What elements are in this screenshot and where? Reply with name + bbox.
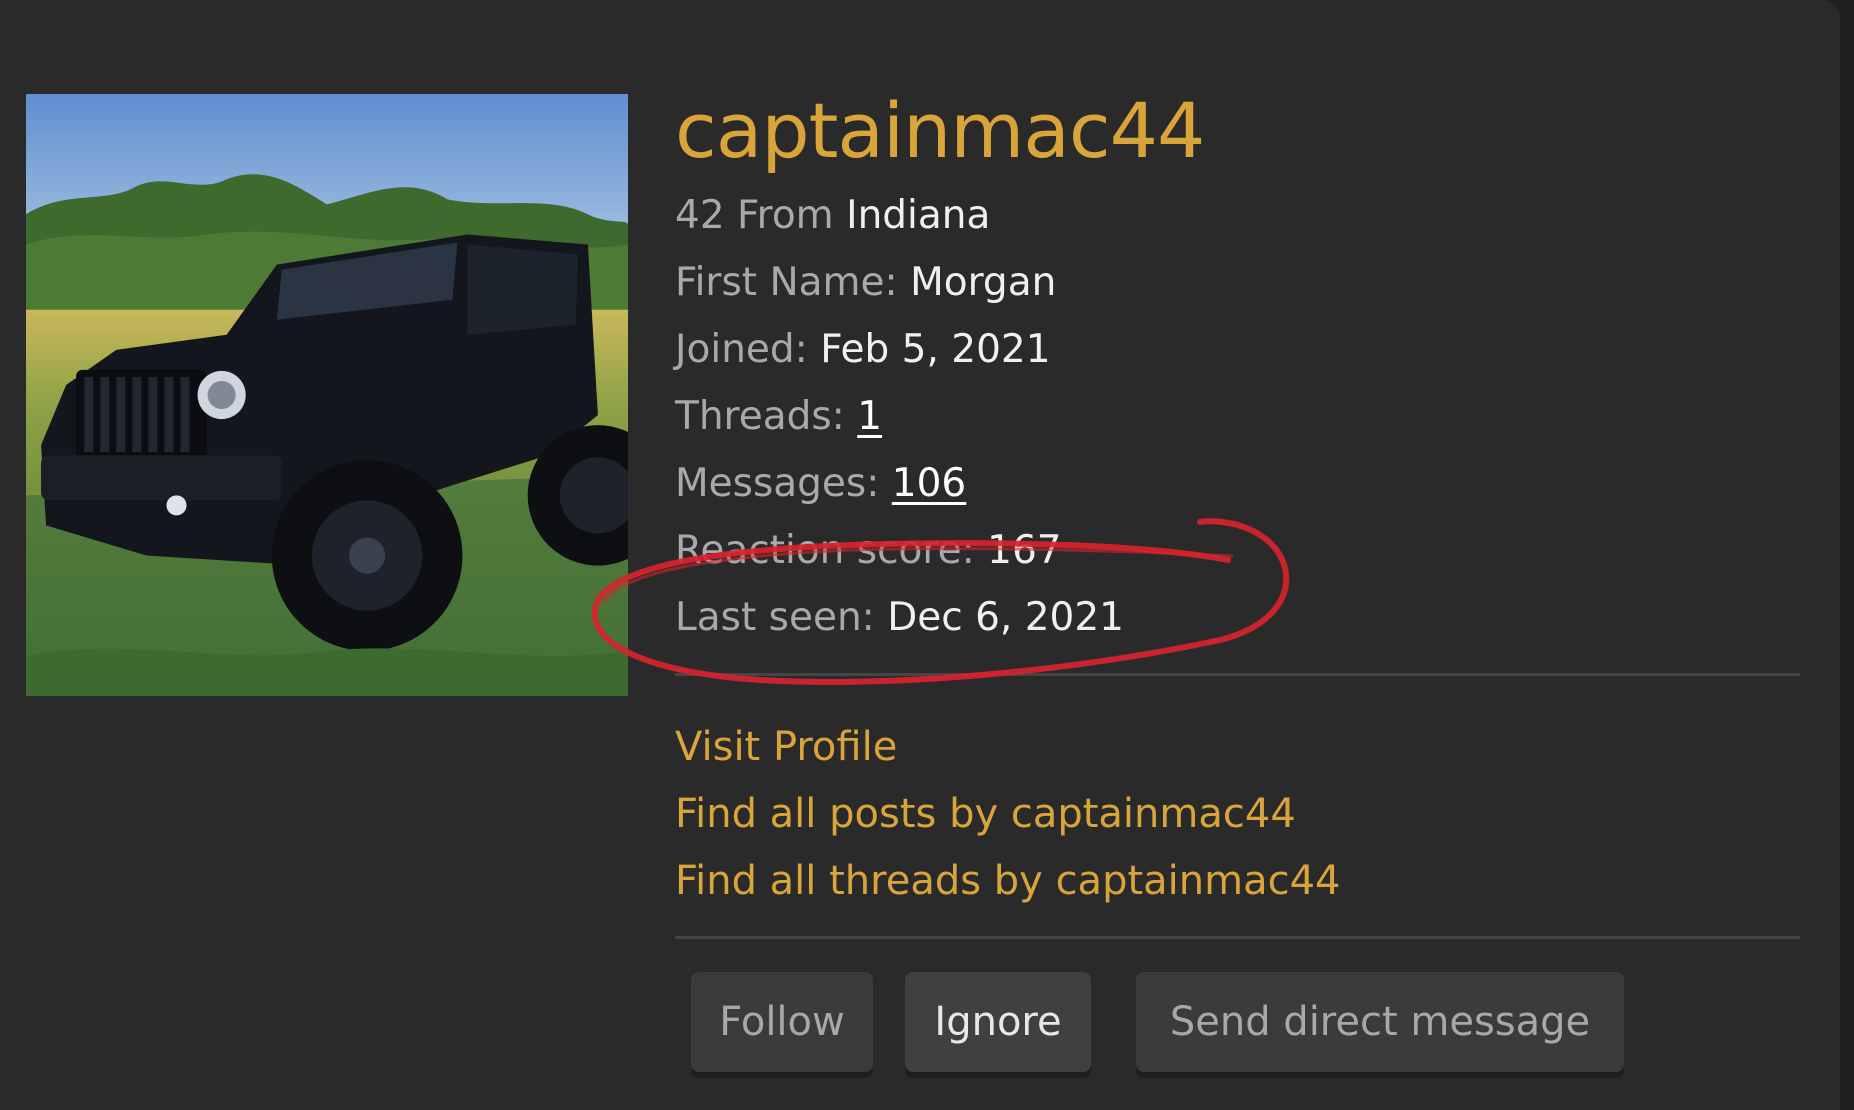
- avatar-jeep-image: [26, 94, 628, 696]
- joined-value: Feb 5, 2021: [820, 327, 1051, 372]
- location-value: Indiana: [846, 193, 991, 238]
- last-seen-value: Dec 6, 2021: [887, 595, 1124, 640]
- find-posts-link[interactable]: Find all posts by captainmac44: [675, 781, 1341, 848]
- member-tooltip-card: captainmac44 42 From Indiana First Name:…: [0, 0, 1840, 1110]
- first-name-value: Morgan: [910, 260, 1057, 305]
- divider: [675, 936, 1800, 939]
- divider: [675, 673, 1800, 676]
- username[interactable]: captainmac44: [675, 86, 1800, 176]
- profile-info: captainmac44 42 From Indiana First Name:…: [675, 86, 1800, 1072]
- joined-label: Joined:: [675, 327, 808, 372]
- from-label: From: [737, 193, 834, 238]
- threads-row: Threads: 1: [675, 383, 1800, 450]
- first-name-row: First Name: Morgan: [675, 249, 1800, 316]
- reaction-score-row: Reaction score: 167: [675, 517, 1800, 584]
- messages-row: Messages: 106: [675, 450, 1800, 517]
- last-seen-label: Last seen:: [675, 595, 875, 640]
- last-seen-row: Last seen: Dec 6, 2021: [675, 584, 1800, 651]
- visit-profile-link[interactable]: Visit Profile: [675, 714, 1341, 781]
- threads-label: Threads:: [675, 394, 845, 439]
- profile-links: Visit Profile Find all posts by captainm…: [675, 714, 1341, 915]
- joined-row: Joined: Feb 5, 2021: [675, 316, 1800, 383]
- follow-button[interactable]: Follow: [691, 972, 873, 1072]
- age-value: 42: [675, 193, 725, 238]
- reaction-score-value: 167: [987, 528, 1062, 573]
- age-location-row: 42 From Indiana: [675, 182, 1800, 249]
- threads-count-link[interactable]: 1: [857, 394, 882, 439]
- messages-label: Messages:: [675, 461, 880, 506]
- avatar[interactable]: [26, 94, 628, 696]
- ignore-button[interactable]: Ignore: [905, 972, 1091, 1072]
- find-threads-link[interactable]: Find all threads by captainmac44: [675, 848, 1341, 915]
- first-name-label: First Name:: [675, 260, 898, 305]
- send-direct-message-button[interactable]: Send direct message: [1136, 972, 1624, 1072]
- reaction-score-label: Reaction score:: [675, 528, 975, 573]
- messages-count-link[interactable]: 106: [892, 461, 966, 506]
